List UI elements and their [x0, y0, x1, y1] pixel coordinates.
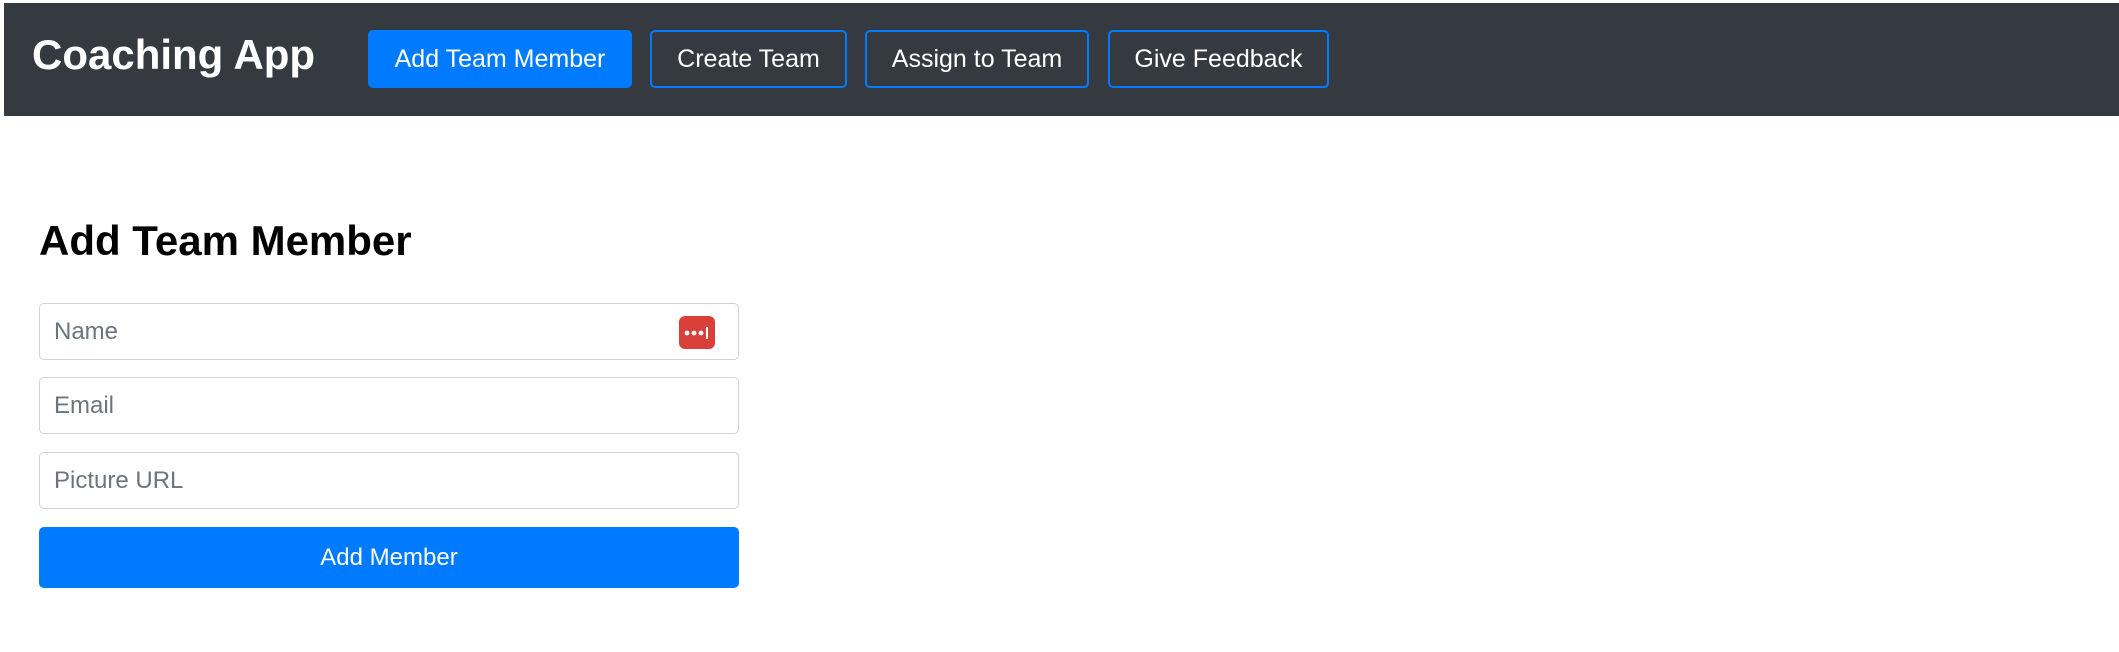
email-input[interactable]	[39, 377, 739, 434]
top-navbar: Coaching App Add Team Member Create Team…	[4, 3, 2119, 116]
picture-url-input[interactable]	[39, 452, 739, 509]
password-manager-icon[interactable]	[679, 316, 715, 349]
name-input[interactable]	[39, 303, 739, 360]
nav-give-feedback-button[interactable]: Give Feedback	[1108, 30, 1329, 88]
nav-assign-to-team-button[interactable]: Assign to Team	[865, 30, 1089, 88]
nav-add-team-member-button[interactable]: Add Team Member	[368, 30, 632, 88]
app-brand: Coaching App	[32, 31, 316, 78]
page-title: Add Team Member	[39, 217, 412, 264]
add-member-button[interactable]: Add Member	[39, 527, 739, 588]
nav-create-team-button[interactable]: Create Team	[650, 30, 847, 88]
